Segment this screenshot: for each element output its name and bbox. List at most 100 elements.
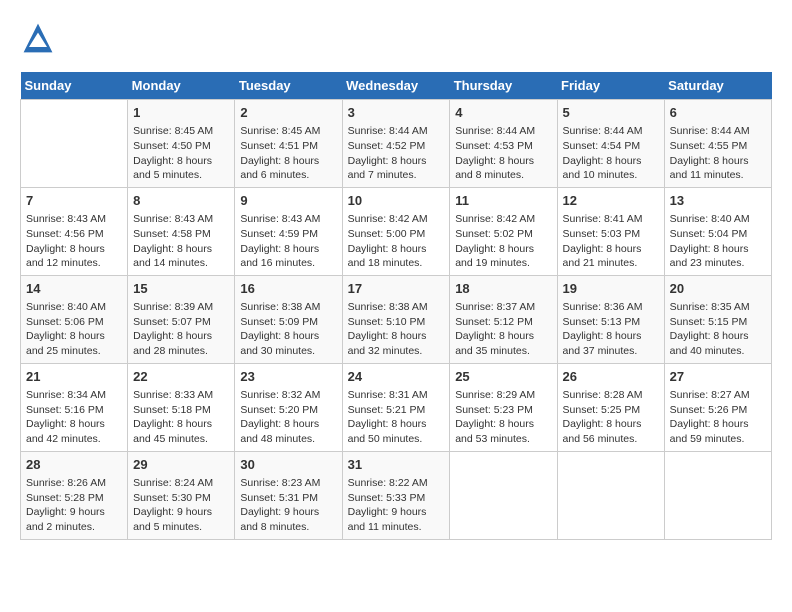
day-number: 20 — [670, 280, 766, 298]
day-info: Sunrise: 8:32 AMSunset: 5:20 PMDaylight:… — [240, 388, 336, 447]
day-info: Sunrise: 8:36 AMSunset: 5:13 PMDaylight:… — [563, 300, 659, 359]
calendar-header-row: SundayMondayTuesdayWednesdayThursdayFrid… — [21, 72, 772, 100]
calendar-cell: 19 Sunrise: 8:36 AMSunset: 5:13 PMDayligh… — [557, 275, 664, 363]
calendar-cell: 5 Sunrise: 8:44 AMSunset: 4:54 PMDaylight… — [557, 100, 664, 188]
calendar-cell: 16 Sunrise: 8:38 AMSunset: 5:09 PMDayligh… — [235, 275, 342, 363]
day-number: 12 — [563, 192, 659, 210]
day-number: 24 — [348, 368, 445, 386]
calendar-cell: 7Sunrise: 8:43 AMSunset: 4:56 PMDaylight… — [21, 187, 128, 275]
day-number: 26 — [563, 368, 659, 386]
calendar-week-2: 7Sunrise: 8:43 AMSunset: 4:56 PMDaylight… — [21, 187, 772, 275]
calendar-cell: 10 Sunrise: 8:42 AMSunset: 5:00 PMDayligh… — [342, 187, 450, 275]
day-info: Sunrise: 8:44 AMSunset: 4:55 PMDaylight:… — [670, 124, 766, 183]
logo-icon — [20, 20, 56, 56]
logo — [20, 20, 60, 56]
calendar-cell: 6 Sunrise: 8:44 AMSunset: 4:55 PMDaylight… — [664, 100, 771, 188]
day-number: 10 — [348, 192, 445, 210]
day-info: Sunrise: 8:40 AMSunset: 5:06 PMDaylight:… — [26, 300, 122, 359]
calendar-cell: 17 Sunrise: 8:38 AMSunset: 5:10 PMDayligh… — [342, 275, 450, 363]
day-number: 22 — [133, 368, 229, 386]
day-header-wednesday: Wednesday — [342, 72, 450, 100]
day-info: Sunrise: 8:42 AMSunset: 5:02 PMDaylight:… — [455, 212, 551, 271]
day-number: 30 — [240, 456, 336, 474]
day-info: Sunrise: 8:29 AMSunset: 5:23 PMDaylight:… — [455, 388, 551, 447]
day-info: Sunrise: 8:41 AMSunset: 5:03 PMDaylight:… — [563, 212, 659, 271]
day-number: 27 — [670, 368, 766, 386]
day-info: Sunrise: 8:23 AMSunset: 5:31 PMDaylight:… — [240, 476, 336, 535]
day-header-monday: Monday — [128, 72, 235, 100]
calendar-cell: 14 Sunrise: 8:40 AMSunset: 5:06 PMDayligh… — [21, 275, 128, 363]
day-header-friday: Friday — [557, 72, 664, 100]
calendar-cell — [557, 451, 664, 539]
calendar-cell: 2 Sunrise: 8:45 AMSunset: 4:51 PMDaylight… — [235, 100, 342, 188]
day-number: 8 — [133, 192, 229, 210]
day-info: Sunrise: 8:22 AMSunset: 5:33 PMDaylight:… — [348, 476, 445, 535]
calendar-cell: 12 Sunrise: 8:41 AMSunset: 5:03 PMDayligh… — [557, 187, 664, 275]
calendar-cell: 23 Sunrise: 8:32 AMSunset: 5:20 PMDayligh… — [235, 363, 342, 451]
calendar-week-3: 14 Sunrise: 8:40 AMSunset: 5:06 PMDayligh… — [21, 275, 772, 363]
calendar-week-5: 28 Sunrise: 8:26 AMSunset: 5:28 PMDayligh… — [21, 451, 772, 539]
calendar-week-1: 1 Sunrise: 8:45 AMSunset: 4:50 PMDaylight… — [21, 100, 772, 188]
day-info: Sunrise: 8:43 AMSunset: 4:56 PMDaylight:… — [26, 212, 122, 271]
day-number: 16 — [240, 280, 336, 298]
day-info: Sunrise: 8:42 AMSunset: 5:00 PMDaylight:… — [348, 212, 445, 271]
day-info: Sunrise: 8:27 AMSunset: 5:26 PMDaylight:… — [670, 388, 766, 447]
day-header-tuesday: Tuesday — [235, 72, 342, 100]
day-number: 17 — [348, 280, 445, 298]
calendar-cell: 26 Sunrise: 8:28 AMSunset: 5:25 PMDayligh… — [557, 363, 664, 451]
day-number: 5 — [563, 104, 659, 122]
day-info: Sunrise: 8:39 AMSunset: 5:07 PMDaylight:… — [133, 300, 229, 359]
day-number: 2 — [240, 104, 336, 122]
day-info: Sunrise: 8:44 AMSunset: 4:52 PMDaylight:… — [348, 124, 445, 183]
calendar-cell — [664, 451, 771, 539]
calendar-cell: 11 Sunrise: 8:42 AMSunset: 5:02 PMDayligh… — [450, 187, 557, 275]
day-info: Sunrise: 8:28 AMSunset: 5:25 PMDaylight:… — [563, 388, 659, 447]
calendar-cell: 24 Sunrise: 8:31 AMSunset: 5:21 PMDayligh… — [342, 363, 450, 451]
day-info: Sunrise: 8:44 AMSunset: 4:53 PMDaylight:… — [455, 124, 551, 183]
calendar-cell: 25 Sunrise: 8:29 AMSunset: 5:23 PMDayligh… — [450, 363, 557, 451]
calendar-cell: 1 Sunrise: 8:45 AMSunset: 4:50 PMDaylight… — [128, 100, 235, 188]
day-info: Sunrise: 8:38 AMSunset: 5:10 PMDaylight:… — [348, 300, 445, 359]
calendar-cell: 30 Sunrise: 8:23 AMSunset: 5:31 PMDayligh… — [235, 451, 342, 539]
day-number: 15 — [133, 280, 229, 298]
day-number: 19 — [563, 280, 659, 298]
calendar-cell: 4Sunrise: 8:44 AMSunset: 4:53 PMDaylight… — [450, 100, 557, 188]
day-number: 31 — [348, 456, 445, 474]
day-number: 14 — [26, 280, 122, 298]
calendar-cell: 15 Sunrise: 8:39 AMSunset: 5:07 PMDayligh… — [128, 275, 235, 363]
day-header-thursday: Thursday — [450, 72, 557, 100]
calendar-cell — [21, 100, 128, 188]
day-info: Sunrise: 8:35 AMSunset: 5:15 PMDaylight:… — [670, 300, 766, 359]
day-info: Sunrise: 8:26 AMSunset: 5:28 PMDaylight:… — [26, 476, 122, 535]
calendar-cell — [450, 451, 557, 539]
day-info: Sunrise: 8:45 AMSunset: 4:51 PMDaylight:… — [240, 124, 336, 183]
calendar-cell: 27 Sunrise: 8:27 AMSunset: 5:26 PMDayligh… — [664, 363, 771, 451]
calendar-cell: 20 Sunrise: 8:35 AMSunset: 5:15 PMDayligh… — [664, 275, 771, 363]
day-number: 11 — [455, 192, 551, 210]
page-header — [20, 20, 772, 56]
day-info: Sunrise: 8:38 AMSunset: 5:09 PMDaylight:… — [240, 300, 336, 359]
day-number: 3 — [348, 104, 445, 122]
day-number: 9 — [240, 192, 336, 210]
day-number: 18 — [455, 280, 551, 298]
day-info: Sunrise: 8:33 AMSunset: 5:18 PMDaylight:… — [133, 388, 229, 447]
day-number: 1 — [133, 104, 229, 122]
calendar-cell: 28 Sunrise: 8:26 AMSunset: 5:28 PMDayligh… — [21, 451, 128, 539]
day-info: Sunrise: 8:43 AMSunset: 4:58 PMDaylight:… — [133, 212, 229, 271]
day-number: 6 — [670, 104, 766, 122]
calendar-cell: 29Sunrise: 8:24 AMSunset: 5:30 PMDayligh… — [128, 451, 235, 539]
day-info: Sunrise: 8:34 AMSunset: 5:16 PMDaylight:… — [26, 388, 122, 447]
day-number: 25 — [455, 368, 551, 386]
calendar-cell: 22 Sunrise: 8:33 AMSunset: 5:18 PMDayligh… — [128, 363, 235, 451]
calendar-cell: 31 Sunrise: 8:22 AMSunset: 5:33 PMDayligh… — [342, 451, 450, 539]
calendar-cell: 21Sunrise: 8:34 AMSunset: 5:16 PMDayligh… — [21, 363, 128, 451]
calendar-cell: 8 Sunrise: 8:43 AMSunset: 4:58 PMDaylight… — [128, 187, 235, 275]
calendar-cell: 9Sunrise: 8:43 AMSunset: 4:59 PMDaylight… — [235, 187, 342, 275]
day-number: 23 — [240, 368, 336, 386]
day-header-saturday: Saturday — [664, 72, 771, 100]
day-info: Sunrise: 8:44 AMSunset: 4:54 PMDaylight:… — [563, 124, 659, 183]
day-number: 28 — [26, 456, 122, 474]
day-info: Sunrise: 8:31 AMSunset: 5:21 PMDaylight:… — [348, 388, 445, 447]
calendar-week-4: 21Sunrise: 8:34 AMSunset: 5:16 PMDayligh… — [21, 363, 772, 451]
day-info: Sunrise: 8:45 AMSunset: 4:50 PMDaylight:… — [133, 124, 229, 183]
